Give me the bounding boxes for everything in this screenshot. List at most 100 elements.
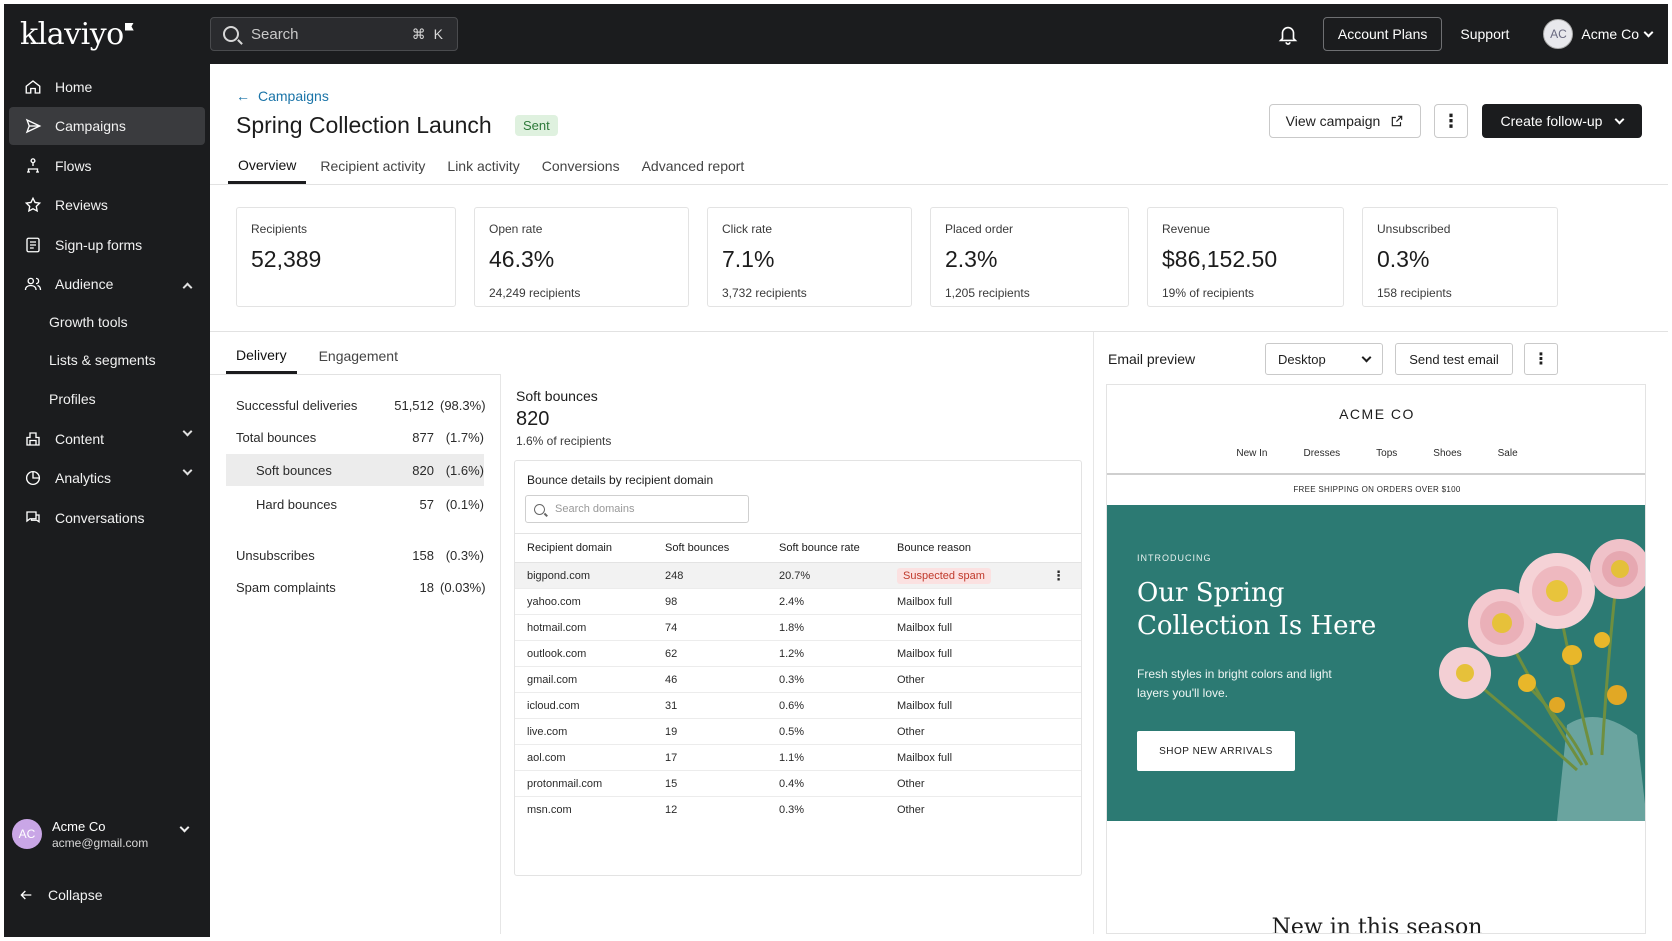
delivery-row-unsubscribes[interactable]: Unsubscribes 158 (0.3%) — [226, 539, 484, 571]
tab-advanced-report[interactable]: Advanced report — [634, 148, 753, 184]
delivery-row-soft-bounces[interactable]: Soft bounces 820 (1.6%) — [226, 454, 484, 486]
cell-reason: Other — [897, 725, 925, 738]
sidebar-item-home[interactable]: Home — [9, 68, 205, 106]
delivery-pct: (0.1%) — [445, 496, 484, 512]
delivery-row-hard-bounces[interactable]: Hard bounces 57 (0.1%) — [226, 488, 484, 520]
metric-value: 46.3% — [489, 246, 555, 272]
audience-icon — [24, 277, 42, 291]
tab-recipient-activity[interactable]: Recipient activity — [312, 148, 433, 184]
soft-bounces-value: 820 — [516, 408, 550, 430]
chevron-down-icon[interactable] — [1643, 27, 1654, 37]
cell-rate: 0.4% — [779, 777, 805, 790]
sidebar-item-conversations[interactable]: Conversations — [9, 499, 205, 537]
cell-domain: yahoo.com — [527, 595, 581, 608]
support-link[interactable]: Support — [1460, 26, 1509, 42]
metric-card-recipients: Recipients 52,389 — [236, 207, 456, 307]
search-icon — [223, 26, 239, 42]
sidebar-item-reviews[interactable]: Reviews — [9, 186, 205, 224]
column-header[interactable]: Soft bounce rate — [779, 534, 860, 562]
sidebar-item-analytics[interactable]: Analytics — [9, 459, 205, 497]
tab-engagement[interactable]: Engagement — [309, 338, 408, 374]
page-title: Spring Collection Launch — [236, 112, 492, 138]
column-header[interactable]: Bounce reason — [897, 534, 971, 562]
delivery-pct: (1.7%) — [445, 429, 484, 445]
table-row[interactable]: aol.com 17 1.1% Mailbox full — [515, 745, 1081, 771]
more-options-icon[interactable]: ⋮ — [1524, 343, 1558, 375]
sidebar-item-label: Analytics — [55, 470, 112, 486]
metric-card-open-rate: Open rate 46.3% 24,249 recipients — [474, 207, 689, 307]
create-follow-up-button[interactable]: Create follow-up — [1482, 104, 1642, 138]
account-plans-button[interactable]: Account Plans — [1322, 17, 1443, 51]
delivery-row-successful[interactable]: Successful deliveries 51,512 (98.3%) — [226, 389, 486, 421]
cell-reason: Other — [897, 804, 925, 816]
tab-delivery[interactable]: Delivery — [226, 338, 297, 374]
table-row[interactable]: bigpond.com 248 20.7% Suspected spam ⋮ — [515, 563, 1081, 589]
sidebar-item-flows[interactable]: Flows — [9, 147, 205, 185]
sidebar-account-switcher[interactable]: AC Acme Co acme@gmail.com — [12, 812, 202, 856]
delivery-row-spam-complaints[interactable]: Spam complaints 18 (0.03%) — [226, 571, 486, 603]
search-domains-input[interactable]: Search domains — [525, 495, 749, 523]
view-campaign-button[interactable]: View campaign — [1269, 104, 1421, 138]
metric-card-unsubscribed: Unsubscribed 0.3% 158 recipients — [1362, 207, 1558, 307]
breadcrumb[interactable]: ← Campaigns — [236, 88, 329, 104]
cell-domain: bigpond.com — [527, 569, 590, 582]
table-row[interactable]: icloud.com 31 0.6% Mailbox full — [515, 693, 1081, 719]
delivery-row-total-bounces[interactable]: Total bounces 877 (1.7%) — [226, 421, 484, 453]
sidebar-item-campaigns[interactable]: Campaigns — [9, 107, 205, 145]
table-row[interactable]: live.com 19 0.5% Other — [515, 719, 1081, 745]
cell-domain: live.com — [527, 725, 568, 738]
metric-sub: 3,732 recipients — [722, 286, 807, 300]
chat-icon — [26, 511, 40, 524]
metric-label: Click rate — [722, 222, 773, 236]
sidebar-item-content[interactable]: Content — [9, 420, 205, 458]
metric-value: 2.3% — [945, 246, 998, 272]
delivery-pct: (98.3%) — [440, 397, 486, 413]
sidebar-item-signup-forms[interactable]: Sign-up forms — [9, 226, 205, 264]
table-row[interactable]: msn.com 12 0.3% Other — [515, 797, 1081, 823]
metric-card-placed-order: Placed order 2.3% 1,205 recipients — [930, 207, 1129, 307]
divider — [210, 331, 1668, 332]
notifications-bell-icon[interactable] — [1277, 23, 1299, 45]
table-row[interactable]: gmail.com 46 0.3% Other — [515, 667, 1081, 693]
cell-reason: Mailbox full — [897, 751, 953, 764]
chevron-down-icon — [179, 822, 190, 833]
sidebar-subitem-profiles[interactable]: Profiles — [49, 391, 96, 407]
collapse-sidebar-button[interactable]: Collapse — [18, 887, 102, 903]
klaviyo-logo[interactable]: klaviyo — [20, 17, 210, 52]
breadcrumb-campaigns[interactable]: Campaigns — [258, 88, 329, 104]
delivery-value: 51,512 — [394, 397, 434, 413]
column-header[interactable]: Recipient domain — [527, 534, 612, 562]
send-test-email-button[interactable]: Send test email — [1395, 343, 1513, 375]
divider — [210, 184, 1668, 185]
search-domains-placeholder: Search domains — [555, 503, 635, 515]
cell-count: 98 — [665, 595, 678, 608]
tab-conversions[interactable]: Conversions — [534, 148, 628, 184]
device-select-value: Desktop — [1278, 351, 1326, 367]
tab-link-activity[interactable]: Link activity — [439, 148, 527, 184]
tab-overview[interactable]: Overview — [228, 148, 307, 184]
row-more-options-icon[interactable]: ⋮ — [1052, 563, 1065, 588]
sidebar-subitem-lists-segments[interactable]: Lists & segments — [49, 352, 156, 368]
avatar[interactable]: AC — [1543, 19, 1574, 49]
device-select[interactable]: Desktop — [1265, 343, 1383, 375]
table-row[interactable]: outlook.com 62 1.2% Mailbox full — [515, 641, 1081, 667]
account-menu[interactable]: Acme Co — [1581, 26, 1639, 42]
more-options-icon[interactable]: ⋮ — [1434, 104, 1468, 138]
sidebar-item-audience[interactable]: Audience — [9, 265, 205, 303]
metric-label: Open rate — [489, 222, 543, 236]
delivery-value: 877 — [412, 429, 434, 445]
sidebar-item-label: Campaigns — [55, 118, 126, 134]
delivery-pct: (0.3%) — [445, 547, 484, 563]
cell-reason: Mailbox full — [897, 699, 953, 712]
column-header[interactable]: Soft bounces — [665, 534, 729, 562]
table-row[interactable]: yahoo.com 98 2.4% Mailbox full — [515, 589, 1081, 615]
email-nav-item: Sale — [1497, 448, 1518, 459]
delivery-value: 158 — [412, 547, 434, 563]
email-hero: INTRODUCING Our Spring Collection Is Her… — [1107, 505, 1645, 821]
bounce-reason-badge: Suspected spam — [897, 567, 991, 584]
cell-rate: 2.4% — [779, 595, 805, 608]
sidebar-subitem-growth-tools[interactable]: Growth tools — [49, 314, 128, 330]
table-row[interactable]: hotmail.com 74 1.8% Mailbox full — [515, 615, 1081, 641]
table-row[interactable]: protonmail.com 15 0.4% Other — [515, 771, 1081, 797]
global-search-input[interactable]: Search ⌘ K — [210, 17, 458, 51]
